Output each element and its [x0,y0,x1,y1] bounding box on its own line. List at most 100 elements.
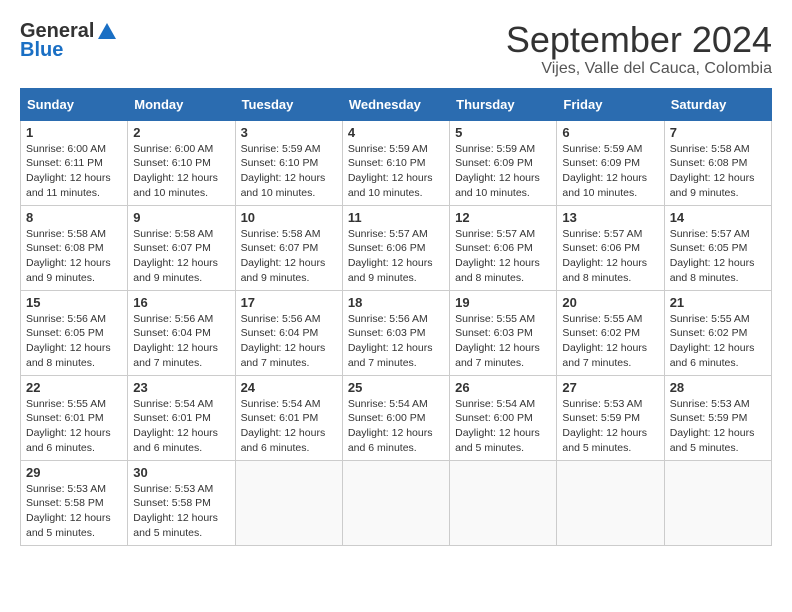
daylight-text: Daylight: 12 hours and 8 minutes. [562,257,647,284]
sunset-text: Sunset: 6:01 PM [133,412,211,424]
sunrise-text: Sunrise: 5:56 AM [133,313,213,325]
sunrise-text: Sunrise: 5:56 AM [348,313,428,325]
daylight-text: Daylight: 12 hours and 10 minutes. [348,172,433,199]
table-row: 28 Sunrise: 5:53 AM Sunset: 5:59 PM Dayl… [664,375,771,460]
daylight-text: Daylight: 12 hours and 9 minutes. [670,172,755,199]
day-info: Sunrise: 5:56 AM Sunset: 6:03 PM Dayligh… [348,312,444,371]
table-row: 26 Sunrise: 5:54 AM Sunset: 6:00 PM Dayl… [450,375,557,460]
sunrise-text: Sunrise: 5:55 AM [455,313,535,325]
day-number: 10 [241,210,337,225]
day-number: 29 [26,465,122,480]
sunrise-text: Sunrise: 5:57 AM [562,228,642,240]
sunrise-text: Sunrise: 5:59 AM [562,143,642,155]
daylight-text: Daylight: 12 hours and 8 minutes. [455,257,540,284]
sunset-text: Sunset: 6:07 PM [241,242,319,254]
sunset-text: Sunset: 6:02 PM [562,327,640,339]
sunrise-text: Sunrise: 5:55 AM [562,313,642,325]
sunset-text: Sunset: 6:04 PM [241,327,319,339]
table-row: 29 Sunrise: 5:53 AM Sunset: 5:58 PM Dayl… [21,460,128,545]
logo-icon [96,21,118,43]
day-info: Sunrise: 5:57 AM Sunset: 6:06 PM Dayligh… [455,227,551,286]
daylight-text: Daylight: 12 hours and 6 minutes. [241,427,326,454]
day-number: 6 [562,125,658,140]
day-info: Sunrise: 5:59 AM Sunset: 6:09 PM Dayligh… [562,142,658,201]
table-row: 20 Sunrise: 5:55 AM Sunset: 6:02 PM Dayl… [557,290,664,375]
day-number: 2 [133,125,229,140]
daylight-text: Daylight: 12 hours and 8 minutes. [670,257,755,284]
daylight-text: Daylight: 12 hours and 7 minutes. [241,342,326,369]
day-info: Sunrise: 5:57 AM Sunset: 6:06 PM Dayligh… [562,227,658,286]
day-number: 30 [133,465,229,480]
table-row: 7 Sunrise: 5:58 AM Sunset: 6:08 PM Dayli… [664,120,771,205]
calendar-week-5: 29 Sunrise: 5:53 AM Sunset: 5:58 PM Dayl… [21,460,772,545]
sunset-text: Sunset: 6:03 PM [455,327,533,339]
daylight-text: Daylight: 12 hours and 10 minutes. [562,172,647,199]
sunset-text: Sunset: 6:09 PM [562,157,640,169]
daylight-text: Daylight: 12 hours and 8 minutes. [26,342,111,369]
day-number: 8 [26,210,122,225]
daylight-text: Daylight: 12 hours and 7 minutes. [455,342,540,369]
table-row: 19 Sunrise: 5:55 AM Sunset: 6:03 PM Dayl… [450,290,557,375]
sunset-text: Sunset: 6:00 PM [455,412,533,424]
sunrise-text: Sunrise: 6:00 AM [26,143,106,155]
day-info: Sunrise: 5:54 AM Sunset: 6:01 PM Dayligh… [241,397,337,456]
sunrise-text: Sunrise: 5:54 AM [133,398,213,410]
sunrise-text: Sunrise: 5:53 AM [26,483,106,495]
day-info: Sunrise: 5:53 AM Sunset: 5:59 PM Dayligh… [670,397,766,456]
table-row: 4 Sunrise: 5:59 AM Sunset: 6:10 PM Dayli… [342,120,449,205]
day-number: 19 [455,295,551,310]
calendar-header-row: Sunday Monday Tuesday Wednesday Thursday… [21,88,772,120]
sunrise-text: Sunrise: 5:54 AM [348,398,428,410]
daylight-text: Daylight: 12 hours and 5 minutes. [670,427,755,454]
day-info: Sunrise: 5:55 AM Sunset: 6:02 PM Dayligh… [670,312,766,371]
daylight-text: Daylight: 12 hours and 7 minutes. [348,342,433,369]
sunset-text: Sunset: 5:59 PM [562,412,640,424]
sunrise-text: Sunrise: 5:54 AM [455,398,535,410]
sunset-text: Sunset: 6:01 PM [26,412,104,424]
sunset-text: Sunset: 6:04 PM [133,327,211,339]
sunrise-text: Sunrise: 5:57 AM [670,228,750,240]
day-info: Sunrise: 5:58 AM Sunset: 6:08 PM Dayligh… [670,142,766,201]
header-sunday: Sunday [21,88,128,120]
sunset-text: Sunset: 6:03 PM [348,327,426,339]
table-row [664,460,771,545]
table-row: 3 Sunrise: 5:59 AM Sunset: 6:10 PM Dayli… [235,120,342,205]
sunrise-text: Sunrise: 5:53 AM [562,398,642,410]
table-row: 16 Sunrise: 5:56 AM Sunset: 6:04 PM Dayl… [128,290,235,375]
sunset-text: Sunset: 6:05 PM [26,327,104,339]
sunset-text: Sunset: 6:10 PM [241,157,319,169]
calendar-week-1: 1 Sunrise: 6:00 AM Sunset: 6:11 PM Dayli… [21,120,772,205]
sunset-text: Sunset: 5:58 PM [26,497,104,509]
sunset-text: Sunset: 6:08 PM [670,157,748,169]
table-row [557,460,664,545]
day-info: Sunrise: 5:58 AM Sunset: 6:07 PM Dayligh… [241,227,337,286]
page-title: September 2024 [506,20,772,60]
logo: General Blue [20,20,118,62]
sunset-text: Sunset: 6:11 PM [26,157,103,169]
day-number: 11 [348,210,444,225]
table-row: 25 Sunrise: 5:54 AM Sunset: 6:00 PM Dayl… [342,375,449,460]
sunset-text: Sunset: 5:58 PM [133,497,211,509]
table-row: 15 Sunrise: 5:56 AM Sunset: 6:05 PM Dayl… [21,290,128,375]
table-row: 11 Sunrise: 5:57 AM Sunset: 6:06 PM Dayl… [342,205,449,290]
day-number: 23 [133,380,229,395]
sunset-text: Sunset: 6:07 PM [133,242,211,254]
sunrise-text: Sunrise: 5:59 AM [348,143,428,155]
day-number: 7 [670,125,766,140]
sunset-text: Sunset: 6:00 PM [348,412,426,424]
daylight-text: Daylight: 12 hours and 7 minutes. [562,342,647,369]
sunset-text: Sunset: 5:59 PM [670,412,748,424]
sunrise-text: Sunrise: 5:53 AM [670,398,750,410]
day-number: 1 [26,125,122,140]
day-number: 25 [348,380,444,395]
title-section: September 2024 Vijes, Valle del Cauca, C… [506,20,772,78]
calendar-week-2: 8 Sunrise: 5:58 AM Sunset: 6:08 PM Dayli… [21,205,772,290]
daylight-text: Daylight: 12 hours and 10 minutes. [455,172,540,199]
day-info: Sunrise: 5:55 AM Sunset: 6:01 PM Dayligh… [26,397,122,456]
sunrise-text: Sunrise: 5:58 AM [133,228,213,240]
table-row: 17 Sunrise: 5:56 AM Sunset: 6:04 PM Dayl… [235,290,342,375]
day-info: Sunrise: 6:00 AM Sunset: 6:10 PM Dayligh… [133,142,229,201]
day-number: 18 [348,295,444,310]
logo-blue-text: Blue [20,39,63,62]
table-row: 21 Sunrise: 5:55 AM Sunset: 6:02 PM Dayl… [664,290,771,375]
